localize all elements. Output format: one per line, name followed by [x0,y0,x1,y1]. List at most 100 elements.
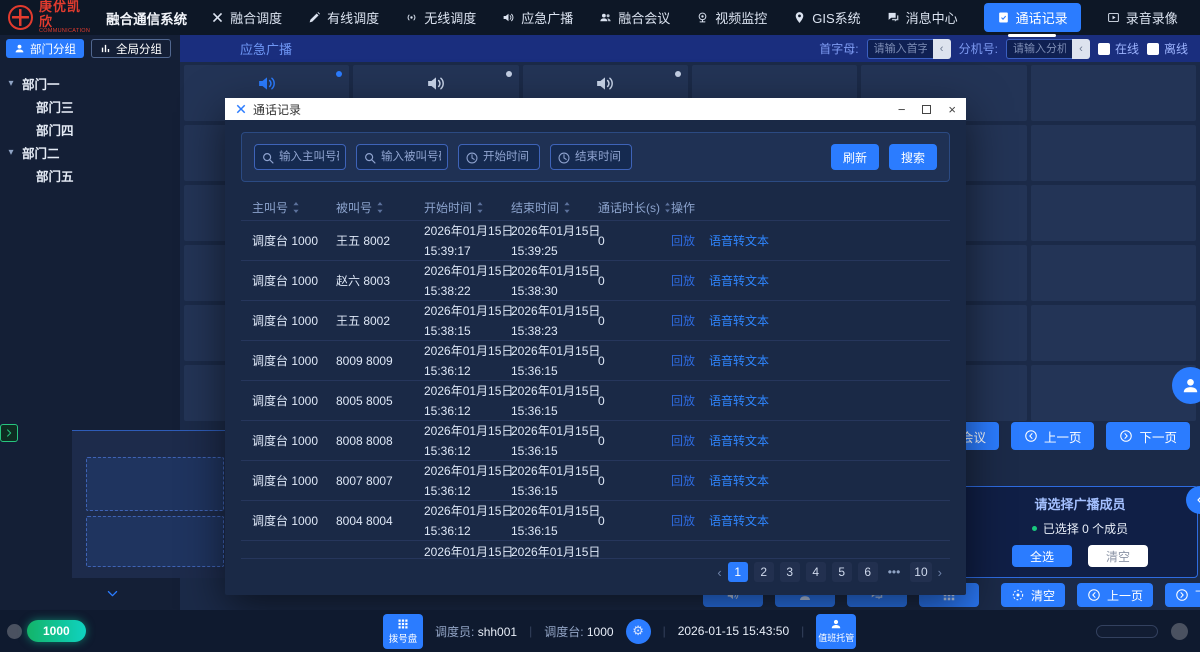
start-time-cell: 2026年01月15日15:38:22 [424,263,511,299]
sort-icon[interactable] [376,201,384,214]
page-button-3[interactable]: 3 [780,562,800,582]
pager-next-icon[interactable]: › [938,565,942,580]
speech-to-text-link[interactable]: 语音转文本 [709,312,769,329]
playback-link[interactable]: 回放 [671,312,695,329]
drop-zone[interactable] [86,457,224,511]
prev-page-button[interactable]: 上一页 [1011,422,1095,450]
nav-item-gis[interactable]: GIS系统 [793,3,860,32]
nav-item-wireless[interactable]: 无线调度 [405,3,476,32]
table-row[interactable]: 2026年01月15日 2026年01月15日 回放 语音转文本 [241,540,950,559]
chevron-down-icon[interactable] [106,585,119,603]
modal-titlebar[interactable]: 通话记录 − × [225,98,966,120]
page-button-4[interactable]: 4 [806,562,826,582]
start-time-cell: 2026年01月15日15:38:15 [424,303,511,339]
speech-to-text-link[interactable]: 语音转文本 [709,432,769,449]
table-row[interactable]: 调度台 1000 8008 8008 2026年01月15日15:36:12 2… [241,420,950,460]
speech-to-text-link[interactable]: 语音转文本 [709,232,769,249]
pager-ellipsis[interactable]: ••• [884,562,905,582]
table-row[interactable]: 调度台 1000 8009 8009 2026年01月15日15:36:12 2… [241,340,950,380]
offline-checkbox[interactable] [1147,43,1159,55]
end-time-cell: 2026年01月15日15:36:15 [511,343,598,379]
nav-item-wired[interactable]: 有线调度 [308,3,379,32]
brand-title: 融合通信系统 [106,8,187,28]
playback-link[interactable]: 回放 [671,392,695,409]
speech-to-text-link[interactable]: 语音转文本 [709,392,769,409]
end-time-cell: 2026年01月15日15:39:25 [511,223,598,259]
playback-link[interactable]: 回放 [671,512,695,529]
sort-icon[interactable] [292,201,300,214]
table-row[interactable]: 调度台 1000 8007 8007 2026年01月15日15:36:12 2… [241,460,950,500]
clear-button[interactable]: 清空 [1001,583,1065,607]
search-button[interactable]: 搜索 [889,144,937,170]
speech-to-text-link[interactable]: 语音转文本 [709,512,769,529]
presence-dot[interactable] [7,624,22,639]
sort-icon[interactable] [563,201,571,214]
search-icon [363,151,377,165]
channel-pill[interactable]: 1000 [27,620,86,642]
volume-knob[interactable] [1171,623,1188,640]
first-letter-clear-button[interactable]: ‹ [933,39,951,59]
modal-maximize-icon[interactable] [922,105,931,114]
table-row[interactable]: 调度台 1000 赵六 8003 2026年01月15日15:38:22 202… [241,260,950,300]
dock-expand-button[interactable] [0,424,18,442]
message-icon [887,11,900,24]
table-row[interactable]: 调度台 1000 8005 8005 2026年01月15日15:36:12 2… [241,380,950,420]
playback-link[interactable]: 回放 [671,232,695,249]
nav-item-broadcast[interactable]: 应急广播 [502,3,573,32]
refresh-button[interactable]: 刷新 [831,144,879,170]
caller-cell: 调度台 1000 [252,432,318,449]
playback-link[interactable]: 回放 [671,272,695,289]
nav-item-message[interactable]: 消息中心 [887,3,958,32]
modal-close-icon[interactable]: × [948,102,956,117]
sort-icon[interactable] [664,201,671,214]
clear-selection-button[interactable]: 清空 [1088,545,1148,567]
playback-link[interactable]: 回放 [671,472,695,489]
pager-prev-icon[interactable]: ‹ [717,565,721,580]
nav-item-record[interactable]: 录音录像 [1107,3,1178,32]
pagination: ‹ 123456 •••10 › [717,562,942,582]
page-button-6[interactable]: 6 [858,562,878,582]
table-row[interactable]: 调度台 1000 王五 8002 2026年01月15日15:39:17 202… [241,220,950,260]
playback-link[interactable]: 回放 [671,352,695,369]
nav-item-meeting[interactable]: 融合会议 [599,3,670,32]
table-header: 主叫号被叫号开始时间结束时间通话时长(s)操作 [241,194,950,220]
console-settings-button[interactable]: ⚙ [626,619,651,644]
end-time-cell: 2026年01月15日15:36:15 [511,503,598,539]
volume-slider[interactable] [1096,625,1158,638]
extension-input[interactable] [1006,39,1072,59]
online-checkbox[interactable] [1098,43,1110,55]
sort-icon[interactable] [476,201,484,214]
speech-to-text-link[interactable]: 语音转文本 [709,272,769,289]
page-button-10[interactable]: 10 [910,562,931,582]
column-header: 被叫号 [336,199,424,216]
extension-clear-button[interactable]: ‹ [1072,39,1090,59]
playback-link[interactable]: 回放 [671,432,695,449]
speech-to-text-link[interactable]: 语音转文本 [709,352,769,369]
first-letter-input[interactable] [867,39,933,59]
app-logo: 庚优凯欣 COMMUNICATION [8,0,90,34]
next-page-button-bottom[interactable]: 下一页 [1165,583,1200,607]
speech-to-text-link[interactable]: 语音转文本 [709,472,769,489]
tree-item[interactable]: 部门五 [0,164,180,187]
table-row[interactable]: 调度台 1000 8004 8004 2026年01月15日15:36:12 2… [241,500,950,540]
drop-zone[interactable] [86,516,224,567]
dialpad-button[interactable]: 拨号盘 [383,614,423,649]
modal-minimize-icon[interactable]: − [898,102,906,117]
nav-item-dispatch[interactable]: 融合调度 [211,3,282,32]
prev-page-button-bottom[interactable]: 上一页 [1077,583,1153,607]
tree-group[interactable]: ▾部门二 [0,141,180,164]
page-button-2[interactable]: 2 [754,562,774,582]
tree-item[interactable]: 部门四 [0,118,180,141]
tab-global-group[interactable]: 全局分组 [91,39,171,58]
page-button-5[interactable]: 5 [832,562,852,582]
page-button-1[interactable]: 1 [728,562,748,582]
nav-item-video[interactable]: 视频监控 [696,3,767,32]
tab-department-group[interactable]: 部门分组 [6,39,84,58]
select-all-button[interactable]: 全选 [1012,545,1072,567]
tree-group[interactable]: ▾部门一 [0,72,180,95]
next-page-button[interactable]: 下一页 [1106,422,1190,450]
duty-host-button[interactable]: 值班托管 [816,614,856,649]
tree-item[interactable]: 部门三 [0,95,180,118]
nav-item-calllog[interactable]: 通话记录 [984,3,1081,32]
table-row[interactable]: 调度台 1000 王五 8002 2026年01月15日15:38:15 202… [241,300,950,340]
